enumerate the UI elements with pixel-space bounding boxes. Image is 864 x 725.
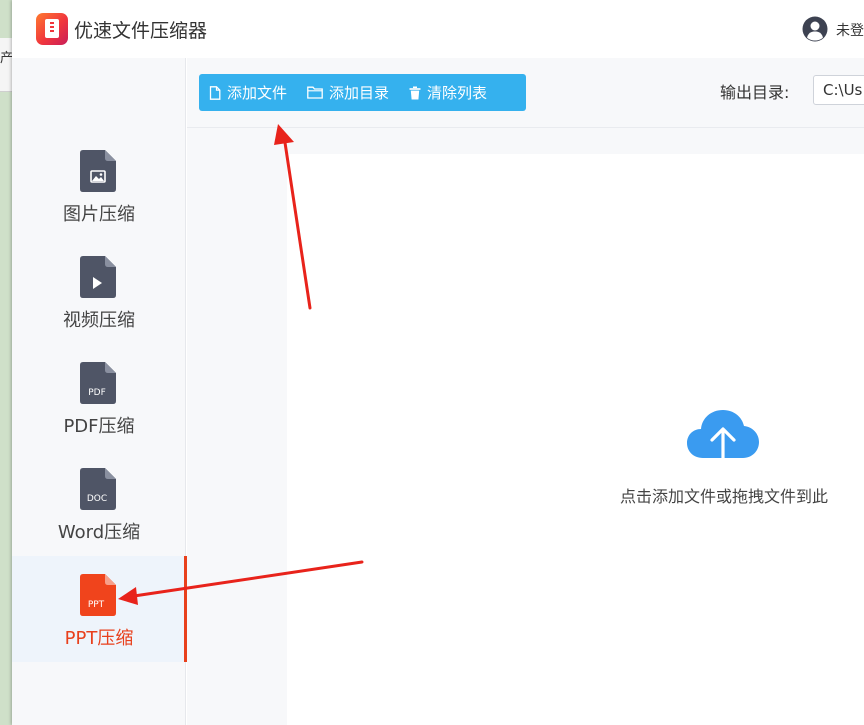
clear-list-label: 清除列表 [427,84,488,102]
pdf-file-icon: PDF [80,362,116,404]
sidebar-item-image-compress[interactable]: 图片压缩 [12,150,186,256]
add-file-label: 添加文件 [227,84,288,102]
sidebar-item-ppt-compress[interactable]: PPT PPT压缩 [12,556,187,662]
sidebar-item-video-compress[interactable]: 视频压缩 [12,256,186,362]
output-directory-field[interactable] [813,75,864,105]
trash-icon [409,86,421,99]
cloud-upload-icon [687,410,759,472]
action-button-group: 添加文件 添加目录 清除列表 [199,74,526,111]
main-panel: 添加文件 添加目录 清除列表 输出目录: C:\Us 点击添加文件或拖拽文件到此 [187,58,864,725]
file-drop-zone[interactable]: 点击添加文件或拖拽文件到此 [287,154,864,725]
output-directory-label: 输出目录: [720,83,790,102]
folder-icon [307,86,323,99]
video-file-icon [80,256,116,298]
add-folder-label: 添加目录 [329,84,390,102]
svg-text:DOC: DOC [87,494,107,504]
sidebar-item-pdf-compress[interactable]: PDF PDF压缩 [12,362,186,468]
sidebar: 图片压缩 视频压缩 PDF PDF压缩 DOC Word压缩 PPT PPT压缩 [12,58,187,725]
svg-text:PDF: PDF [88,388,106,398]
toolbar: 添加文件 添加目录 清除列表 输出目录: C:\Us [187,58,864,128]
drop-zone-hint: 点击添加文件或拖拽文件到此 [619,487,828,506]
app-title: 优速文件压缩器 [74,20,208,42]
app-window: 优速文件压缩器 未登 图片压缩 视频压缩 PDF PDF压缩 DOC Word压… [12,0,864,725]
sidebar-item-label: Word压缩 [57,522,141,543]
background-window [0,0,12,725]
sidebar-item-label: PPT压缩 [64,628,134,649]
doc-file-icon: DOC [80,468,116,510]
app-logo-icon [36,13,68,45]
sidebar-item-label: 图片压缩 [63,204,135,225]
add-file-button[interactable]: 添加文件 [199,74,297,111]
svg-text:PPT: PPT [88,600,105,610]
file-icon [209,85,221,100]
add-folder-button[interactable]: 添加目录 [297,74,399,111]
sidebar-item-label: PDF压缩 [63,416,135,437]
image-file-icon [80,150,116,192]
sidebar-item-label: 视频压缩 [63,310,135,331]
user-avatar-icon[interactable] [802,16,828,42]
login-status-link[interactable]: 未登 [836,20,864,40]
clear-list-button[interactable]: 清除列表 [399,74,497,111]
ppt-file-icon: PPT [80,574,116,616]
title-bar: 优速文件压缩器 未登 [12,0,864,58]
